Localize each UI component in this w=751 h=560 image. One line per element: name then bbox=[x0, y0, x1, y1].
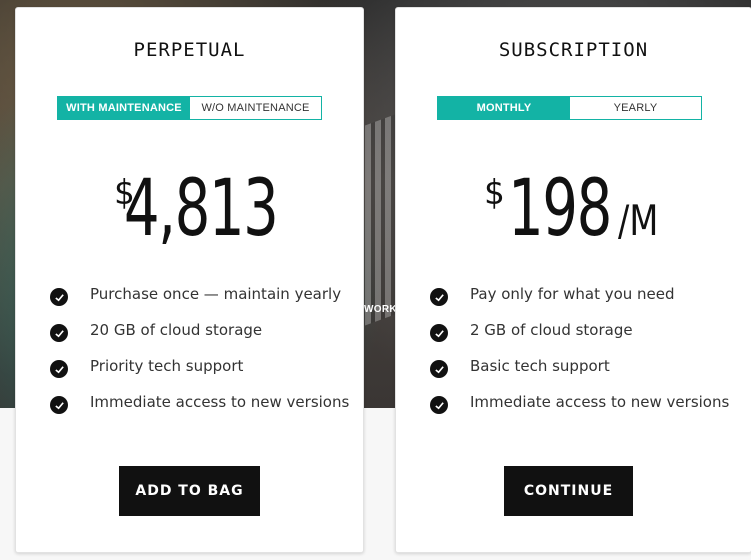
price-display: $4,813 bbox=[16, 163, 363, 255]
feature-item: Immediate access to new versions bbox=[430, 384, 741, 420]
feature-text: Basic tech support bbox=[470, 357, 610, 375]
card-title: SUBSCRIPTION bbox=[498, 39, 649, 61]
check-circle-icon bbox=[50, 360, 68, 378]
check-circle-icon bbox=[430, 288, 448, 306]
price-amount: 198 bbox=[508, 164, 612, 254]
feature-item: Immediate access to new versions bbox=[50, 384, 353, 420]
continue-button[interactable]: CONTINUE bbox=[504, 466, 633, 516]
feature-list: Purchase once — maintain yearly 20 GB of… bbox=[50, 276, 353, 420]
check-circle-icon bbox=[50, 324, 68, 342]
feature-item: Basic tech support bbox=[430, 348, 741, 384]
feature-text: Purchase once — maintain yearly bbox=[90, 285, 342, 303]
price-period: /M bbox=[618, 196, 659, 245]
add-to-bag-button[interactable]: ADD TO BAG bbox=[119, 466, 260, 516]
feature-item: Pay only for what you need bbox=[430, 276, 741, 312]
maintenance-toggle: WITH MAINTENANCE W/O MAINTENANCE bbox=[57, 96, 322, 120]
feature-item: 20 GB of cloud storage bbox=[50, 312, 353, 348]
toggle-with-maintenance[interactable]: WITH MAINTENANCE bbox=[58, 97, 190, 119]
check-circle-icon bbox=[430, 396, 448, 414]
check-circle-icon bbox=[50, 288, 68, 306]
feature-text: Immediate access to new versions bbox=[90, 393, 350, 411]
price-amount: 4,813 bbox=[123, 164, 279, 254]
feature-text: Pay only for what you need bbox=[470, 285, 675, 303]
toggle-yearly[interactable]: YEARLY bbox=[570, 97, 701, 119]
price-display: $198/M bbox=[396, 163, 751, 255]
hero-background-detail bbox=[365, 114, 395, 326]
feature-list: Pay only for what you need 2 GB of cloud… bbox=[430, 276, 741, 420]
pricing-card-perpetual: PERPETUAL WITH MAINTENANCE W/O MAINTENAN… bbox=[15, 7, 364, 553]
billing-toggle: MONTHLY YEARLY bbox=[437, 96, 702, 120]
price-currency: $ bbox=[483, 173, 505, 213]
check-circle-icon bbox=[430, 360, 448, 378]
hero-peek-text: WORK bbox=[364, 304, 397, 315]
card-title: PERPETUAL bbox=[133, 39, 246, 61]
feature-text: 2 GB of cloud storage bbox=[470, 321, 633, 339]
toggle-without-maintenance[interactable]: W/O MAINTENANCE bbox=[190, 97, 321, 119]
feature-text: Priority tech support bbox=[90, 357, 244, 375]
pricing-card-subscription: SUBSCRIPTION MONTHLY YEARLY $198/M Pay o… bbox=[395, 7, 751, 553]
check-circle-icon bbox=[430, 324, 448, 342]
feature-item: 2 GB of cloud storage bbox=[430, 312, 741, 348]
feature-item: Priority tech support bbox=[50, 348, 353, 384]
feature-item: Purchase once — maintain yearly bbox=[50, 276, 353, 312]
feature-text: Immediate access to new versions bbox=[470, 393, 730, 411]
toggle-monthly[interactable]: MONTHLY bbox=[438, 97, 570, 119]
check-circle-icon bbox=[50, 396, 68, 414]
feature-text: 20 GB of cloud storage bbox=[90, 321, 263, 339]
